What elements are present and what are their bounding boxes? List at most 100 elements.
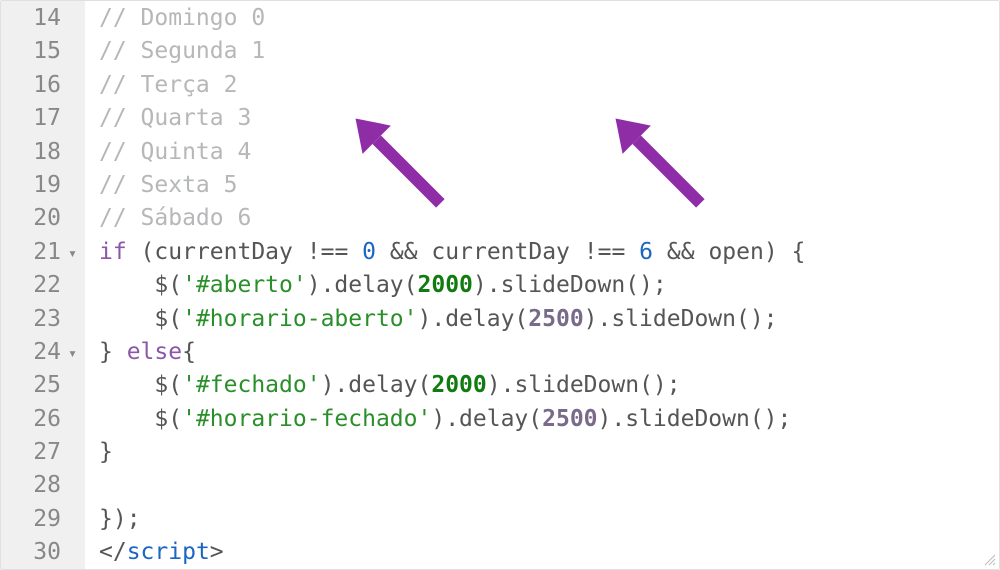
token-string: '#horario-aberto'	[182, 306, 417, 332]
token-punct: {	[182, 339, 196, 365]
token-op: !	[584, 239, 598, 265]
token-tag: script	[127, 539, 210, 565]
token-punct: </	[99, 539, 127, 565]
code-line[interactable]	[99, 469, 805, 502]
token-string: '#aberto'	[182, 272, 307, 298]
token-punct: });	[99, 506, 141, 532]
code-line[interactable]: // Sábado 6	[99, 202, 805, 235]
line-number-value: 16	[33, 72, 61, 98]
code-line[interactable]: // Segunda 1	[99, 35, 805, 68]
code-line[interactable]: $('#horario-fechado').delay(2500).slideD…	[99, 403, 805, 436]
line-number-value: 15	[33, 38, 61, 64]
token-punct: (	[127, 239, 155, 265]
token-punct: $(	[99, 406, 182, 432]
line-number-value: 28	[33, 472, 61, 498]
line-number: 19	[5, 169, 77, 202]
code-area[interactable]: // Domingo 0 // Segunda 1 // Terça 2 // Qua…	[85, 1, 805, 569]
token-number2: 2000	[418, 272, 473, 298]
line-number-value: 21	[33, 239, 61, 265]
line-number: 27	[5, 436, 77, 469]
fold-toggle-icon[interactable]: ▾	[63, 237, 77, 270]
line-number-value: 26	[33, 406, 61, 432]
code-line[interactable]: // Quarta 3	[99, 102, 805, 135]
token-punct: ).delay(	[307, 272, 418, 298]
token-comment: // Segunda 1	[99, 38, 265, 64]
line-number-value: 24	[33, 339, 61, 365]
token-op	[376, 239, 390, 265]
code-line[interactable]: } else{	[99, 336, 805, 369]
line-number: 25	[5, 369, 77, 402]
token-number3: 2500	[542, 406, 597, 432]
line-number-value: 22	[33, 272, 61, 298]
token-comment: // Quarta 3	[99, 105, 251, 131]
token-op: ==	[598, 239, 626, 265]
line-number: 18	[5, 136, 77, 169]
code-line[interactable]: // Sexta 5	[99, 169, 805, 202]
token-comment: // Quinta 4	[99, 139, 251, 165]
token-punct: $(	[99, 372, 182, 398]
line-number: 24▾	[5, 336, 77, 369]
line-number: 28	[5, 469, 77, 502]
fold-toggle-icon[interactable]: ▾	[63, 337, 77, 370]
line-number: 16	[5, 69, 77, 102]
token-number: 0	[362, 239, 376, 265]
code-line[interactable]: });	[99, 503, 805, 536]
code-line[interactable]: $('#aberto').delay(2000).slideDown();	[99, 269, 805, 302]
line-number-gutter: 1415161718192021▾222324▾252627282930	[1, 1, 85, 569]
token-op: &&	[390, 239, 418, 265]
token-number: 6	[639, 239, 653, 265]
token-punct: ) {	[764, 239, 806, 265]
token-punct: >	[210, 539, 224, 565]
token-comment: // Domingo 0	[99, 5, 265, 31]
line-number-value: 29	[33, 506, 61, 532]
token-punct: ).slideDown();	[598, 406, 792, 432]
line-number: 17	[5, 102, 77, 135]
token-op	[348, 239, 362, 265]
token-punct: }	[99, 439, 113, 465]
line-number-value: 19	[33, 172, 61, 198]
line-number-value: 27	[33, 439, 61, 465]
token-punct: $(	[99, 306, 182, 332]
line-number: 20	[5, 202, 77, 235]
token-punct: ).delay(	[418, 306, 529, 332]
line-number: 30	[5, 536, 77, 569]
token-string: '#fechado'	[182, 372, 320, 398]
code-line[interactable]: </script>	[99, 536, 805, 569]
token-ident: currentDay	[418, 239, 584, 265]
code-line[interactable]: // Terça 2	[99, 69, 805, 102]
code-line[interactable]: // Domingo 0	[99, 2, 805, 35]
token-punct: ).delay(	[431, 406, 542, 432]
token-number2: 2000	[431, 372, 486, 398]
code-line[interactable]: }	[99, 436, 805, 469]
token-punct: ).slideDown();	[487, 372, 681, 398]
token-keyword: else	[127, 339, 182, 365]
line-number: 22	[5, 269, 77, 302]
code-line[interactable]: if (currentDay !== 0 && currentDay !== 6…	[99, 236, 805, 269]
token-op	[625, 239, 639, 265]
line-number: 29	[5, 503, 77, 536]
line-number-value: 14	[33, 5, 61, 31]
token-ident: open	[695, 239, 764, 265]
line-number-value: 25	[33, 372, 61, 398]
token-keyword: if	[99, 239, 127, 265]
token-punct: ).slideDown();	[584, 306, 778, 332]
line-number-value: 30	[33, 539, 61, 565]
token-op: !	[307, 239, 321, 265]
token-comment: // Sexta 5	[99, 172, 237, 198]
token-string: '#horario-fechado'	[182, 406, 431, 432]
line-number: 21▾	[5, 236, 77, 269]
line-number: 14	[5, 2, 77, 35]
line-number-value: 17	[33, 105, 61, 131]
line-number: 23	[5, 303, 77, 336]
token-comment: // Sábado 6	[99, 205, 251, 231]
token-punct: ).delay(	[321, 372, 432, 398]
line-number: 15	[5, 35, 77, 68]
code-editor[interactable]: 1415161718192021▾222324▾252627282930 // …	[0, 0, 1000, 570]
code-line[interactable]: $('#horario-aberto').delay(2500).slideDo…	[99, 303, 805, 336]
resize-handle-icon[interactable]	[982, 552, 996, 566]
token-op	[653, 239, 667, 265]
line-number: 26	[5, 403, 77, 436]
code-line[interactable]: // Quinta 4	[99, 136, 805, 169]
code-line[interactable]: $('#fechado').delay(2000).slideDown();	[99, 369, 805, 402]
token-punct: ).slideDown();	[473, 272, 667, 298]
